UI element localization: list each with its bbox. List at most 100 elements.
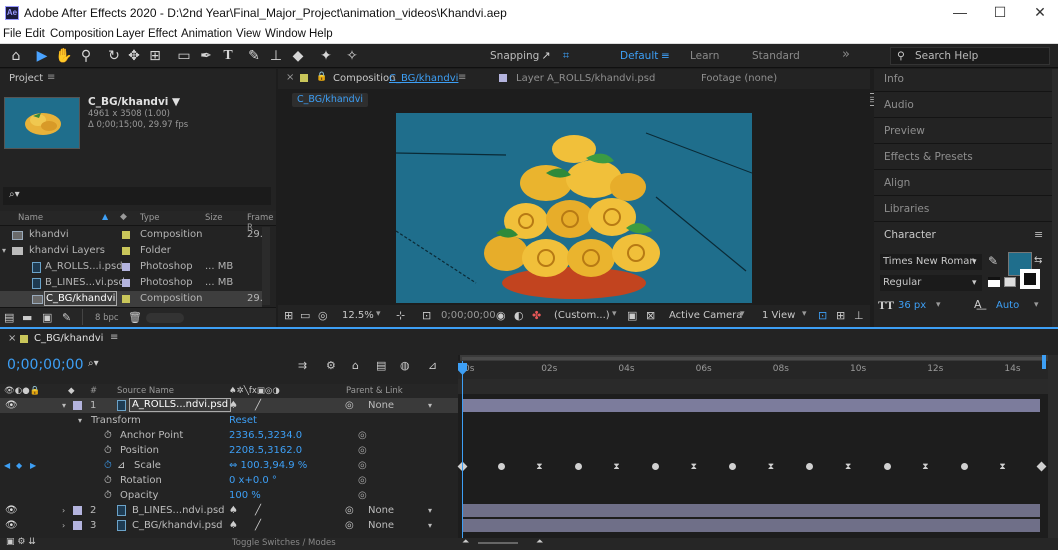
viewer-timecode[interactable]: 0;00;00;00	[441, 310, 496, 321]
delete-icon[interactable]: 🗑	[128, 311, 142, 324]
property-rotation[interactable]: ⏱ Rotation 0 x+0.0 ° ◎	[0, 473, 458, 488]
parent-select[interactable]: None	[368, 518, 394, 533]
eyedropper-icon[interactable]: ✎	[988, 254, 998, 268]
chevron-down-icon[interactable]: ▾	[612, 309, 617, 319]
project-item-b-lines[interactable]: B_LINES...vi.psd Photoshop ... MB	[0, 275, 262, 291]
label-color-swatch[interactable]	[73, 521, 82, 530]
hand-tool-icon[interactable]: ✋	[54, 46, 74, 66]
keyframe-diamond[interactable]	[1036, 461, 1047, 472]
layer-2-duration-bar[interactable]	[462, 504, 1040, 517]
timeline-zoom-slider[interactable]	[478, 542, 518, 544]
pick-whip-icon[interactable]: ◎	[345, 503, 354, 518]
panel-character-title[interactable]: Character	[884, 229, 936, 241]
mask-visibility-icon[interactable]: ◎	[318, 309, 328, 322]
parent-link-column[interactable]: Parent & Link	[346, 384, 403, 398]
tab-composition-name[interactable]: C_BG/khandvi	[389, 73, 458, 84]
search-help-input[interactable]: ⚲ Search Help	[890, 47, 1050, 65]
workspace-default[interactable]: Default	[620, 50, 658, 62]
scale-keyframes-row[interactable]: ⧗ ⧗ ⧗ ⧗ ⧗ ⧗ ⧗	[457, 459, 1050, 474]
pen-icon[interactable]: ✎	[62, 311, 71, 324]
brush-tool-icon[interactable]: ✎	[244, 46, 264, 66]
no-stroke-swatch[interactable]	[1004, 277, 1016, 287]
visibility-eye-icon[interactable]: 👁	[5, 503, 18, 518]
chevron-right-icon[interactable]: ›	[62, 503, 65, 518]
close-button[interactable]: ✕	[1020, 4, 1058, 21]
resolution-select[interactable]: (Custom...)	[554, 310, 610, 321]
snap-icon[interactable]: ↗	[536, 46, 556, 66]
quality-switch-icon[interactable]: ╱	[255, 398, 261, 413]
visibility-eye-icon[interactable]: 👁	[5, 518, 18, 533]
timeline-tab[interactable]: C_BG/khandvi	[34, 333, 103, 344]
keyframe-hold[interactable]: ⧗	[845, 463, 853, 472]
chevron-down-icon[interactable]: ▾	[802, 309, 807, 319]
panel-preview[interactable]: Preview	[884, 125, 925, 137]
panel-menu-icon[interactable]: ≡	[110, 332, 118, 343]
label-color-swatch[interactable]	[122, 295, 130, 303]
layer-name[interactable]: B_LINES...ndvi.psd	[132, 503, 225, 518]
expression-pick-whip-icon[interactable]: ◎	[358, 428, 367, 443]
label-color-swatch[interactable]	[122, 279, 130, 287]
flowchart-icon[interactable]: ⊞	[836, 309, 845, 322]
project-item-khandvi[interactable]: khandvi Composition 29.	[0, 227, 263, 243]
menu-animation[interactable]: Animation	[181, 28, 232, 40]
graph-editor-icon[interactable]: ⊿	[428, 359, 437, 372]
current-time-display[interactable]: 0;00;00;00	[7, 357, 84, 373]
pick-whip-icon[interactable]: ◎	[345, 398, 354, 413]
label-color-swatch[interactable]	[73, 506, 82, 515]
close-tab-icon[interactable]: ×	[8, 333, 16, 344]
chevron-down-icon[interactable]: ▾	[740, 309, 745, 319]
menu-edit[interactable]: Edit	[25, 28, 45, 40]
reset-exposure-icon[interactable]: ⊥	[854, 309, 864, 322]
av-features-icons[interactable]: 👁◐●🔒	[4, 384, 40, 398]
project-item-c-bg[interactable]: C_BG/khandvi Composition 29.	[0, 291, 263, 307]
menu-window[interactable]: Window	[265, 28, 306, 40]
chevron-down-icon[interactable]: ▾	[428, 398, 432, 413]
keyframe-ease[interactable]	[960, 463, 968, 470]
workspace-standard[interactable]: Standard	[752, 50, 800, 62]
label-column-icon[interactable]: ◆	[68, 384, 75, 398]
keyframe-ease[interactable]	[652, 463, 659, 470]
menu-help[interactable]: Help	[309, 28, 333, 40]
font-size-value[interactable]: 36 px	[898, 300, 926, 311]
panel-menu-icon[interactable]: ≡	[47, 72, 55, 83]
expression-pick-whip-icon[interactable]: ◎	[358, 473, 367, 488]
time-ruler[interactable]: 0s 02s 04s 06s 08s 10s 12s 14s	[458, 361, 1050, 379]
zoom-in-icon[interactable]: ⏶	[536, 537, 543, 547]
clone-stamp-tool-icon[interactable]: ⊥	[266, 46, 286, 66]
keyframe-hold[interactable]: ⧗	[768, 463, 776, 472]
keyframe-ease[interactable]	[729, 463, 737, 470]
next-keyframe-icon[interactable]: ▶	[30, 458, 36, 473]
project-zoom-slider[interactable]	[146, 313, 184, 323]
region-of-interest-icon[interactable]: ⊡	[422, 309, 431, 322]
rectangle-tool-icon[interactable]: ▭	[174, 46, 194, 66]
expression-pick-whip-icon[interactable]: ◎	[358, 458, 367, 473]
quality-switch-icon[interactable]: ╱	[255, 503, 261, 518]
leading-value[interactable]: Auto	[996, 300, 1019, 311]
project-item-a-rolls[interactable]: A_ROLLS...i.psd Photoshop ... MB	[0, 259, 262, 275]
show-snapshot-icon[interactable]: ◐	[514, 309, 524, 322]
shy-layers-icon[interactable]: ⌂	[352, 359, 359, 372]
stopwatch-icon[interactable]: ⏱	[104, 428, 112, 443]
type-tool-icon[interactable]: T	[218, 46, 238, 66]
property-position[interactable]: ⏱ Position 2208.5,3162.0 ◎	[0, 443, 458, 458]
layer-row-2[interactable]: 👁 › 2 B_LINES...ndvi.psd ♠ ╱ ◎ None ▾	[0, 503, 458, 518]
visibility-eye-icon[interactable]: 👁	[5, 398, 18, 413]
label-color-swatch[interactable]	[73, 401, 82, 410]
minimize-button[interactable]: —	[940, 4, 980, 20]
selected-item-name[interactable]: C_BG/khandvi ▼	[88, 96, 180, 108]
menu-layer[interactable]: Layer	[116, 28, 145, 40]
tab-composition-label[interactable]: Composition	[333, 73, 395, 84]
chevron-down-icon[interactable]: ▾	[62, 398, 66, 413]
chevron-down-icon[interactable]: ▾	[78, 413, 82, 428]
label-color-swatch[interactable]	[122, 263, 130, 271]
keyframe-hold[interactable]: ⧗	[922, 463, 930, 472]
stopwatch-active-icon[interactable]: ⏱	[104, 458, 112, 473]
property-scale[interactable]: ◀ ◆ ▶ ⏱ ⊿ Scale ⇔ 100.3,94.9 % ◎	[0, 458, 458, 473]
tab-menu-icon[interactable]: ≡	[458, 72, 466, 83]
stroke-color-white-swatch[interactable]	[988, 277, 1000, 287]
stopwatch-icon[interactable]: ⏱	[104, 488, 112, 503]
layer-row-1[interactable]: 👁 ▾ 1 A_ROLLS...ndvi.psd ♠ ╱ ◎ None ▾	[0, 398, 458, 413]
rotate-tool-icon[interactable]: ↻	[104, 46, 124, 66]
collapse-switch-icon[interactable]: ♠	[229, 503, 238, 518]
toggle-pixel-aspect-icon[interactable]: ⊡	[818, 309, 827, 322]
